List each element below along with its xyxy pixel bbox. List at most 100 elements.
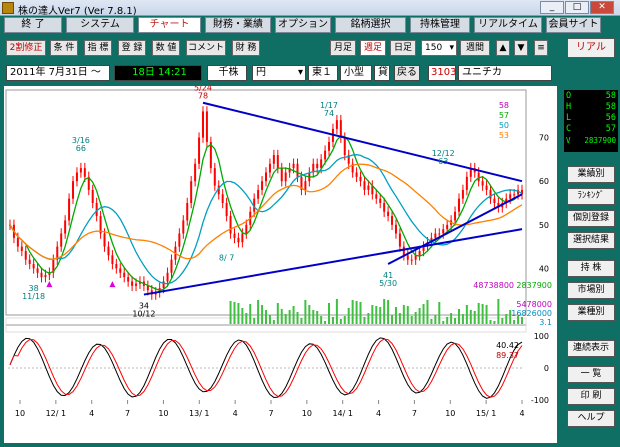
maximize-button[interactable]: □ bbox=[565, 1, 589, 14]
volume-bar bbox=[513, 320, 516, 324]
value-button[interactable]: 数 値 bbox=[152, 40, 180, 56]
candle-body bbox=[442, 229, 445, 234]
chart-annotation-value: 11/18 bbox=[22, 292, 45, 301]
volume-bar bbox=[363, 317, 366, 324]
candle-body bbox=[418, 250, 421, 256]
window-title: 株の達人Ver7 (Ver 7.8.1) bbox=[18, 6, 137, 17]
menu-item[interactable]: 財務・業績 bbox=[205, 17, 271, 33]
finance-button[interactable]: 財 務 bbox=[232, 40, 260, 56]
menu-item[interactable]: システム bbox=[66, 17, 134, 33]
monthly-button[interactable]: 月足 bbox=[330, 40, 356, 56]
menu-item[interactable]: リアルタイム bbox=[474, 17, 542, 33]
volume-bar bbox=[257, 300, 260, 324]
individual-register-button[interactable]: 個別登録 bbox=[567, 210, 615, 227]
comment-button[interactable]: コメント bbox=[186, 40, 226, 56]
condition-button[interactable]: 条 件 bbox=[50, 40, 78, 56]
candle-body bbox=[198, 137, 201, 164]
indicator-button[interactable]: 指 標 bbox=[84, 40, 112, 56]
candle-body bbox=[205, 111, 208, 142]
currency-select[interactable]: 円 ▾ bbox=[252, 65, 306, 81]
volume-bar bbox=[229, 301, 232, 324]
menu-item[interactable]: 終 了 bbox=[4, 17, 62, 33]
candle-body bbox=[245, 224, 248, 234]
volume-bar bbox=[446, 317, 449, 324]
list-button[interactable]: 一 覧 bbox=[567, 366, 615, 383]
selection-result-button[interactable]: 選択結果 bbox=[567, 232, 615, 249]
print-button[interactable]: 印 刷 bbox=[567, 388, 615, 405]
candle-body bbox=[146, 285, 149, 291]
candle-body bbox=[91, 189, 94, 203]
trendline-mid bbox=[387, 193, 523, 265]
daily-button[interactable]: 日足 bbox=[390, 40, 416, 56]
candle-body bbox=[83, 168, 86, 177]
date-field[interactable]: 2011年 7月31日 ～ bbox=[6, 65, 110, 81]
industry-button[interactable]: 業種別 bbox=[567, 304, 615, 321]
volume-bar bbox=[461, 314, 464, 324]
volume-bar bbox=[268, 315, 271, 324]
chevron-down-icon: ▾ bbox=[449, 43, 454, 53]
candle-body bbox=[438, 233, 441, 235]
candle-body bbox=[379, 198, 382, 203]
chevron-down-icon: ▾ bbox=[297, 67, 303, 78]
volume-bar bbox=[489, 320, 492, 324]
candle-body bbox=[201, 111, 204, 138]
candle-body bbox=[387, 211, 390, 217]
menu-item[interactable]: 銘柄選択 bbox=[335, 17, 406, 33]
market-category-button[interactable]: 市場別 bbox=[567, 282, 615, 299]
real-button[interactable]: リアル bbox=[567, 38, 615, 58]
chart-annotation-value: 66 bbox=[76, 144, 86, 153]
results-by-type-button[interactable]: 業績別 bbox=[567, 166, 615, 183]
menu-lines-button[interactable]: ≡ bbox=[534, 40, 548, 56]
chart-panel[interactable]: 70 60 50 40 5/24 78 1/17 74 12/12 63 3/16 66 8/ 7 38 1… bbox=[4, 86, 557, 443]
candle-body bbox=[324, 150, 327, 160]
price-axis-tick: 60 bbox=[539, 177, 549, 186]
candle-body bbox=[457, 198, 460, 212]
volume-legend-last: 2837900 bbox=[516, 281, 552, 290]
weekly-button[interactable]: 週足 bbox=[360, 40, 386, 56]
volume-bar bbox=[331, 317, 334, 324]
candle-body bbox=[359, 176, 362, 182]
candle-body bbox=[261, 181, 264, 190]
help-button[interactable]: ヘルプ bbox=[567, 410, 615, 427]
volume-bar bbox=[454, 318, 457, 324]
continuous-display-button[interactable]: 連続表示 bbox=[567, 340, 615, 357]
stock-chart[interactable]: 706050405/24781/177412/12633/16668/ 7381… bbox=[4, 86, 557, 443]
volume-bar bbox=[442, 321, 445, 324]
marker-triangle bbox=[109, 281, 116, 288]
stoch-axis-tick: 100 bbox=[534, 332, 549, 341]
candle-body bbox=[509, 194, 512, 199]
stoch-axis-tick: -100 bbox=[531, 396, 549, 405]
holdings-button[interactable]: 持 株 bbox=[567, 260, 615, 277]
volume-bar bbox=[505, 314, 508, 324]
register-button[interactable]: 登 録 bbox=[118, 40, 146, 56]
ranking-button[interactable]: ﾗﾝｷﾝｸﾞ bbox=[567, 188, 615, 205]
candle-body bbox=[398, 233, 401, 247]
candle-body bbox=[296, 163, 299, 177]
candle-body bbox=[363, 181, 366, 190]
x-axis-tick: 4 bbox=[376, 409, 381, 418]
menu-item[interactable]: 持株管理 bbox=[410, 17, 470, 33]
volume-bar bbox=[485, 305, 488, 324]
candle-body bbox=[367, 185, 370, 190]
down-arrow-button[interactable]: ▼ bbox=[514, 40, 528, 56]
up-arrow-button[interactable]: ▲ bbox=[496, 40, 510, 56]
candle-body bbox=[265, 172, 267, 182]
candle-body bbox=[111, 255, 114, 265]
menu-item[interactable]: 会員サイト bbox=[546, 17, 601, 33]
ohlc-key: L bbox=[566, 113, 572, 123]
split-adjust-button[interactable]: 2割修正 bbox=[6, 40, 46, 56]
x-axis-tick: 10 bbox=[302, 409, 312, 418]
close-button[interactable]: ✕ bbox=[590, 1, 614, 14]
code-field[interactable]: 3103 bbox=[428, 65, 456, 81]
bars-select[interactable]: 150 ▾ bbox=[421, 40, 457, 56]
back-button[interactable]: 戻る bbox=[394, 65, 420, 81]
candle-body bbox=[375, 194, 378, 199]
chart-annotation-value: 74 bbox=[324, 109, 334, 118]
volume-bar bbox=[438, 302, 441, 324]
minimize-button[interactable]: _ bbox=[540, 1, 564, 14]
ohlc-value: 2837900 bbox=[584, 136, 616, 145]
menu-item[interactable]: チャート bbox=[138, 17, 201, 33]
volume-bar bbox=[347, 308, 350, 324]
menu-item[interactable]: オプション bbox=[275, 17, 331, 33]
candle-body bbox=[182, 220, 185, 234]
